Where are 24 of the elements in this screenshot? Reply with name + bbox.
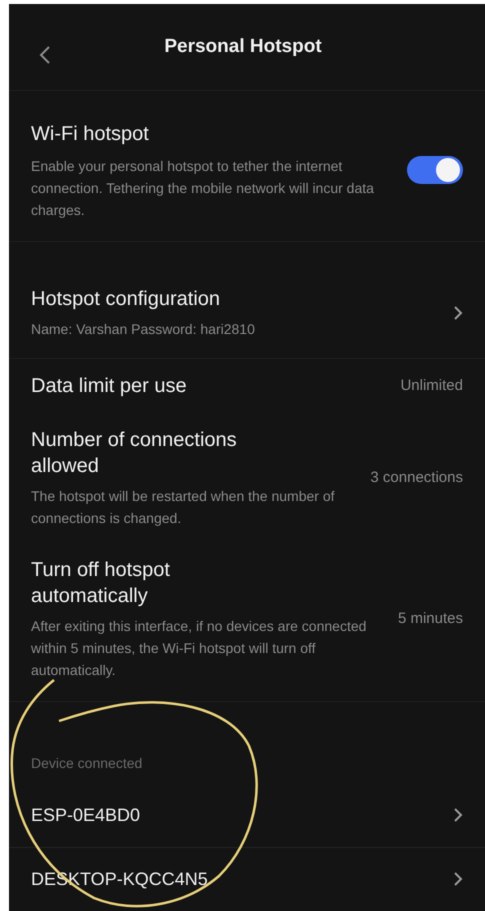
setting-row[interactable]: Number of connections allowed The hotspot will be restarted when the number of connections is changed. 3 connections [9,413,485,544]
back-icon [39,45,51,65]
device-name: ESP-0E4BD0 [31,804,140,827]
setting-row[interactable]: Turn off hotspot automatically After exiting this interface, if no devices are connected within 5 minutes, the Wi-Fi hotspot will turn off automatically. 5 minutes [9,543,485,696]
setting-description: The hotspot will be restarted when the number of connections is changed. [31,487,336,528]
setting-value: 5 minutes [398,608,463,629]
hotspot-toggle[interactable] [407,156,463,184]
chevron-right-icon [453,305,463,322]
setting-value: Unlimited [400,376,463,396]
setting-title: Data limit per use [31,374,188,400]
setting-title: Number of connections allowed [31,428,238,480]
setting-value: 3 connections [370,468,463,488]
setting-description: Name: Varshan Password: hari2810 [31,320,256,340]
setting-description: Enable your personal hotspot to tether the internet connection. Tethering the mobile network will incur data charges. [31,157,375,220]
setting-title: Turn off hotspot automatically [31,558,171,610]
device-row[interactable]: ESP-0E4BD0 [9,784,485,848]
setting-description: After exiting this interface, if no devices are connected within 5 minutes, the Wi-Fi hotspot will turn off automatically. [31,617,368,680]
setting-row[interactable]: Data limit per use Unlimited [9,359,485,414]
chevron-right-icon [453,871,463,888]
page-title: Personal Hotspot [164,34,323,59]
setting-title: Hotspot configuration [31,287,222,312]
chevron-right-icon [453,807,463,824]
section-label: Device connected [31,755,142,772]
setting-title: Wi-Fi hotspot [31,122,150,148]
